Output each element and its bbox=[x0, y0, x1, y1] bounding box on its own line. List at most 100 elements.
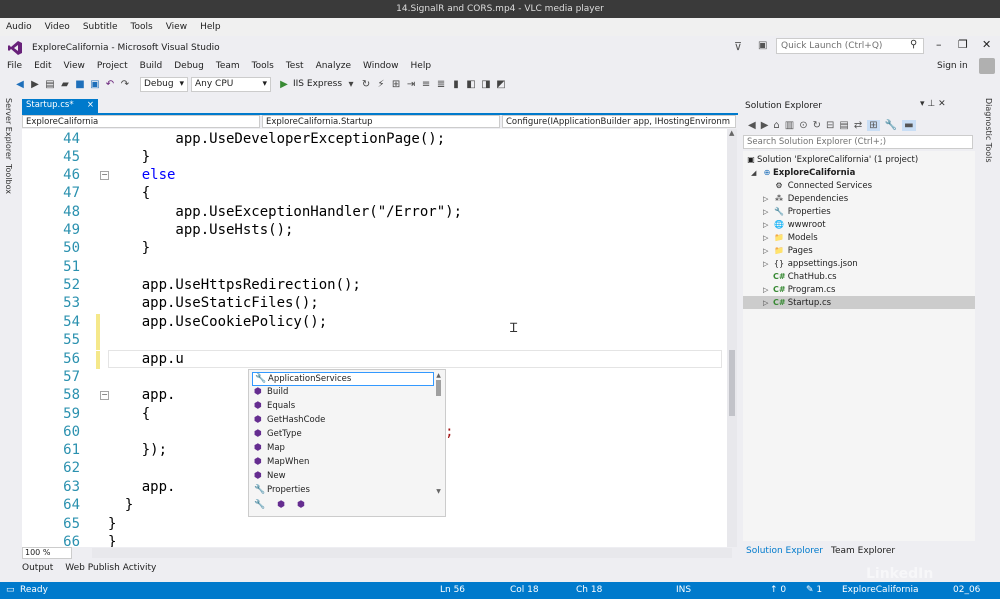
bookmark-prev-icon[interactable]: ◧ bbox=[465, 79, 477, 90]
tree-item-dependencies[interactable]: ▷ ⁂ Dependencies bbox=[763, 192, 995, 205]
scroll-up-icon[interactable]: ▲ bbox=[729, 129, 734, 137]
menu-view[interactable]: View bbox=[64, 61, 85, 71]
chevron-down-icon[interactable]: ▾ bbox=[345, 79, 357, 90]
back-icon[interactable]: ◀ bbox=[14, 79, 26, 90]
repo-name[interactable]: ExploreCalifornia bbox=[842, 585, 919, 595]
solution-tree[interactable]: ▣ Solution 'ExploreCalifornia' (1 project… bbox=[743, 151, 975, 541]
tab-startup-cs[interactable]: Startup.cs* × bbox=[22, 99, 98, 113]
feedback-icon[interactable]: ▣ bbox=[758, 40, 767, 51]
pending-changes-count[interactable]: ✎ 1 bbox=[806, 585, 822, 595]
scroll-up-icon[interactable]: ▲ bbox=[434, 372, 443, 379]
menu-team[interactable]: Team bbox=[216, 61, 240, 71]
completion-item-build[interactable]: ⬢ Build bbox=[252, 386, 434, 400]
popup-scroll-thumb[interactable] bbox=[436, 380, 441, 396]
tree-item-startup[interactable]: ▷ C# Startup.cs bbox=[743, 296, 975, 309]
sign-in-link[interactable]: Sign in bbox=[937, 61, 968, 71]
tree-item-pages[interactable]: ▷ 📁 Pages bbox=[763, 244, 995, 257]
toolbox-tab[interactable]: Toolbox bbox=[4, 164, 13, 194]
intellisense-popup[interactable]: 🔧 ApplicationServices ⬢ Build ⬢ Equals ⬢ Get… bbox=[248, 369, 446, 517]
tree-item-solution[interactable]: ▣ Solution 'ExploreCalifornia' (1 project… bbox=[745, 153, 977, 166]
menu-tools[interactable]: Tools bbox=[252, 61, 274, 71]
new-project-icon[interactable]: ▤ bbox=[44, 79, 56, 90]
search-icon[interactable]: ⚲ bbox=[910, 39, 917, 50]
forward-icon[interactable]: ▶ bbox=[29, 79, 41, 90]
tree-item-program[interactable]: ▷ C# Program.cs bbox=[763, 283, 995, 296]
tab-web-publish-activity[interactable]: Web Publish Activity bbox=[65, 563, 156, 577]
tab-team-explorer[interactable]: Team Explorer bbox=[831, 546, 895, 556]
server-explorer-tab[interactable]: Server Explorer bbox=[4, 98, 13, 160]
collapsed-icon[interactable]: ▷ bbox=[763, 297, 773, 310]
tree-item-appsettings[interactable]: ▷{} appsettings.json bbox=[763, 257, 995, 270]
vlc-menu-video[interactable]: Video bbox=[45, 22, 70, 32]
tree-item-connected-services[interactable]: ⚙ Connected Services bbox=[773, 179, 1000, 192]
forward-icon[interactable]: ▶ bbox=[761, 120, 769, 131]
menu-build[interactable]: Build bbox=[140, 61, 163, 71]
popup-scrollbar[interactable]: ▲ ▼ bbox=[434, 372, 443, 495]
bookmark-next-icon[interactable]: ◨ bbox=[480, 79, 492, 90]
configuration-dropdown[interactable]: Debug ▾ bbox=[140, 76, 188, 92]
properties-icon[interactable]: 🔧 bbox=[885, 120, 897, 131]
filter-icon[interactable]: ⊽ bbox=[734, 40, 742, 53]
menu-help[interactable]: Help bbox=[411, 61, 432, 71]
completion-item-gethashcode[interactable]: ⬢ GetHashCode bbox=[252, 414, 434, 428]
vlc-menu-tools[interactable]: Tools bbox=[131, 22, 153, 32]
home-icon[interactable]: ⌂ bbox=[773, 120, 779, 131]
close-icon[interactable]: × bbox=[87, 100, 94, 112]
vlc-menu-subtitle[interactable]: Subtitle bbox=[83, 22, 118, 32]
collapsed-icon[interactable]: ▷ bbox=[763, 258, 773, 271]
minimize-button[interactable]: – bbox=[936, 38, 942, 51]
vlc-menu-view[interactable]: View bbox=[166, 22, 187, 32]
filter-methods-icon[interactable]: ⬢ bbox=[277, 500, 285, 514]
tab-output[interactable]: Output bbox=[22, 563, 53, 577]
show-all-files-icon[interactable]: ▤ bbox=[839, 120, 848, 131]
scrollbar-thumb[interactable] bbox=[729, 350, 735, 416]
browser-link-icon[interactable]: ⚡ bbox=[375, 79, 387, 90]
completion-item-applicationservices[interactable]: 🔧 ApplicationServices bbox=[252, 372, 434, 386]
redo-icon[interactable]: ↷ bbox=[119, 79, 131, 90]
tree-item-chathub[interactable]: C# ChatHub.cs bbox=[773, 270, 1000, 283]
project-nav-dropdown[interactable]: ExploreCalifornia bbox=[22, 115, 260, 128]
menu-edit[interactable]: Edit bbox=[34, 61, 51, 71]
run-icon[interactable]: ▶ bbox=[278, 79, 290, 90]
collapse-icon[interactable]: − bbox=[100, 171, 109, 180]
pin-icon[interactable]: ⊥ bbox=[927, 99, 935, 109]
quick-launch-input[interactable]: Quick Launch (Ctrl+Q) bbox=[776, 38, 924, 54]
completion-item-map[interactable]: ⬢ Map bbox=[252, 442, 434, 456]
bookmark-icon[interactable]: ▮ bbox=[450, 79, 462, 90]
completion-item-gettype[interactable]: ⬢ GetType bbox=[252, 428, 434, 442]
run-target-button[interactable]: IIS Express bbox=[293, 79, 342, 89]
pending-changes-icon[interactable]: ⊙ bbox=[799, 120, 807, 131]
switch-views-icon[interactable]: ▥ bbox=[785, 120, 794, 131]
diagnostic-tools-tab[interactable]: Diagnostic Tools bbox=[984, 98, 993, 163]
tree-item-properties[interactable]: ▷ 🔧 Properties bbox=[763, 205, 995, 218]
menu-project[interactable]: Project bbox=[97, 61, 128, 71]
chevron-down-icon[interactable]: ▾ bbox=[920, 99, 925, 109]
menu-window[interactable]: Window bbox=[363, 61, 399, 71]
tree-item-wwwroot[interactable]: ▷ 🌐 wwwroot bbox=[763, 218, 995, 231]
solution-search-input[interactable]: Search Solution Explorer (Ctrl+;) bbox=[743, 135, 973, 149]
undo-icon[interactable]: ↶ bbox=[104, 79, 116, 90]
editor-horizontal-scrollbar[interactable] bbox=[92, 548, 732, 558]
collapse-all-icon[interactable]: ⊟ bbox=[826, 120, 834, 131]
preview-icon[interactable]: ⊞ bbox=[867, 119, 880, 131]
tree-item-project[interactable]: ◢ ⊕ ExploreCalifornia bbox=[751, 166, 983, 179]
completion-item-new[interactable]: ⬢ New bbox=[252, 470, 434, 484]
align-icon[interactable]: ⊞ bbox=[390, 79, 402, 90]
vlc-menu-audio[interactable]: Audio bbox=[6, 22, 32, 32]
tab-solution-explorer[interactable]: Solution Explorer bbox=[746, 546, 823, 556]
expanded-icon[interactable]: ◢ bbox=[751, 167, 761, 180]
refresh-icon[interactable]: ↻ bbox=[360, 79, 372, 90]
account-avatar[interactable] bbox=[979, 58, 995, 74]
completion-item-properties[interactable]: 🔧 Properties bbox=[252, 484, 434, 498]
platform-dropdown[interactable]: Any CPU ▾ bbox=[191, 76, 271, 92]
indent-icon[interactable]: ⇥ bbox=[405, 79, 417, 90]
completion-item-equals[interactable]: ⬢ Equals bbox=[252, 400, 434, 414]
save-icon[interactable]: ■ bbox=[74, 79, 86, 90]
class-nav-dropdown[interactable]: ExploreCalifornia.Startup bbox=[262, 115, 500, 128]
open-icon[interactable]: ▰ bbox=[59, 79, 71, 90]
filter-properties-icon[interactable]: 🔧 bbox=[254, 500, 265, 514]
publish-count[interactable]: ↑ 0 bbox=[770, 585, 786, 595]
member-nav-dropdown[interactable]: Configure(IApplicationBuilder app, IHost… bbox=[502, 115, 736, 128]
bookmark-clear-icon[interactable]: ◩ bbox=[495, 79, 507, 90]
editor-vertical-scrollbar[interactable] bbox=[727, 129, 737, 547]
